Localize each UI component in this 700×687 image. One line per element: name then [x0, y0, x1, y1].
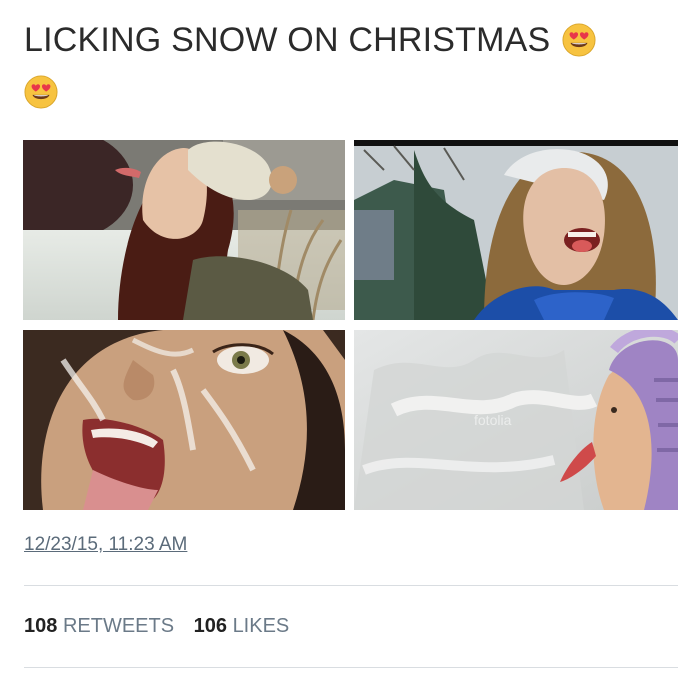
divider-top [24, 585, 678, 586]
photo-girl-snow-hair-laughing[interactable] [354, 140, 678, 320]
heart-eyes-emoji-icon [24, 72, 58, 109]
tweet-text-content: LICKING SNOW ON CHRISTMAS [24, 21, 551, 59]
heart-eyes-emoji-icon [562, 20, 596, 57]
tweet-stats: 108 RETWEETS 106 LIKES [24, 615, 303, 638]
tweet-timestamp[interactable]: 12/23/15, 11:23 AM [24, 534, 187, 556]
retweets-count: 108 [24, 615, 58, 637]
divider-bottom [24, 667, 678, 668]
fotolia-watermark: fotolia [474, 412, 512, 428]
retweets-stat[interactable]: 108 RETWEETS [24, 615, 174, 638]
photo-grid: fotolia [23, 140, 678, 510]
likes-count: 106 [193, 615, 227, 637]
retweets-label: RETWEETS [62, 615, 175, 637]
tweet-text: LICKING SNOW ON CHRISTMAS [24, 14, 664, 118]
photo-face-closeup-covered[interactable] [23, 330, 345, 510]
likes-label: LIKES [232, 615, 290, 637]
photo-child-purple-hat-tongue[interactable]: fotolia [354, 330, 678, 510]
likes-stat[interactable]: 106 LIKES [194, 615, 290, 638]
photo-woman-beanie-tongue-out[interactable] [23, 140, 345, 320]
